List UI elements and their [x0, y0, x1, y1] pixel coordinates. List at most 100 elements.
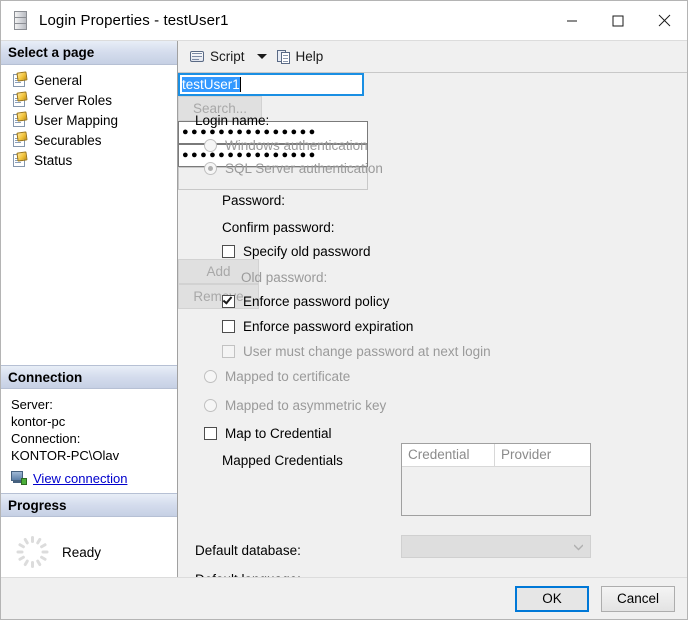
dialog-footer: OK Cancel — [1, 577, 687, 619]
mapped-credentials-label: Mapped Credentials — [222, 453, 343, 468]
must-change-password-row: User must change password at next login — [222, 344, 491, 359]
enforce-password-policy-checkbox[interactable] — [222, 294, 235, 308]
select-page-header: Select a page — [1, 41, 177, 65]
mapped-certificate-row: Mapped to certificate — [204, 369, 350, 384]
connection-label: Connection: — [11, 431, 81, 446]
sidebar-item-label: General — [34, 72, 83, 88]
connection-info: Server: kontor-pc Connection: KONTOR-PC\… — [1, 389, 177, 493]
column-header-provider[interactable]: Provider — [495, 444, 590, 466]
page-icon — [12, 70, 28, 88]
sidebar: Select a page General Server Roles User … — [1, 41, 178, 577]
page-icon — [12, 150, 28, 168]
mapped-certificate-radio — [204, 370, 217, 383]
login-name-value: testUser1 — [182, 77, 240, 92]
window-controls — [549, 1, 687, 41]
help-label: Help — [295, 49, 324, 64]
confirm-password-label: Confirm password: — [222, 220, 335, 235]
windows-auth-row[interactable]: Windows authentication — [204, 138, 368, 153]
server-label: Server: — [11, 397, 53, 412]
script-scroll-icon — [189, 49, 206, 65]
sidebar-item-label: Status — [34, 152, 73, 168]
sidebar-item-label: User Mapping — [34, 112, 119, 128]
mapped-asymmetric-label: Mapped to asymmetric key — [225, 398, 387, 413]
minimize-icon[interactable] — [549, 1, 595, 41]
view-connection-row[interactable]: View connection — [11, 470, 177, 487]
enforce-password-expiration-checkbox[interactable] — [222, 320, 235, 333]
help-button[interactable]: Help — [274, 45, 327, 69]
view-connection-link[interactable]: View connection — [33, 470, 127, 487]
spinner-icon — [15, 535, 49, 569]
window-title: Login Properties - testUser1 — [39, 12, 229, 29]
default-language-label-row: Default language: — [195, 572, 301, 577]
default-database-label: Default database: — [195, 543, 301, 558]
enforce-password-policy-label: Enforce password policy — [243, 294, 390, 309]
sql-auth-row[interactable]: SQL Server authentication — [204, 161, 383, 176]
progress-info: Ready — [1, 517, 177, 577]
script-button[interactable]: Script — [186, 45, 248, 69]
close-icon[interactable] — [641, 1, 687, 41]
specify-old-password-label: Specify old password — [243, 244, 371, 259]
sidebar-item-securables[interactable]: Securables — [1, 130, 177, 150]
password-label: Password: — [222, 193, 286, 208]
map-credential-label: Map to Credential — [225, 426, 332, 441]
server-icon — [13, 10, 29, 31]
ok-button[interactable]: OK — [515, 585, 589, 612]
specify-old-password-row[interactable]: Specify old password — [222, 244, 371, 259]
login-name-label-row: Login name: — [195, 113, 269, 128]
progress-status: Ready — [62, 544, 102, 560]
connection-value: KONTOR-PC\Olav — [11, 448, 120, 463]
windows-auth-radio[interactable] — [204, 139, 217, 152]
general-page-form: Login name: testUser1 Search... Windows … — [178, 73, 687, 577]
windows-auth-label: Windows authentication — [225, 138, 368, 153]
mapped-asymmetric-row: Mapped to asymmetric key — [204, 398, 386, 413]
default-database-label-row: Default database: — [195, 543, 301, 558]
map-credential-row[interactable]: Map to Credential — [204, 426, 332, 441]
main-panel: Script Help Login name: testUser1 Search… — [178, 41, 687, 577]
mapped-credentials-header: Credential Provider — [402, 444, 590, 467]
title-bar: Login Properties - testUser1 — [1, 1, 687, 41]
chevron-down-icon — [574, 544, 583, 552]
sidebar-item-server-roles[interactable]: Server Roles — [1, 90, 177, 110]
connection-header: Connection — [1, 365, 177, 389]
sidebar-item-label: Securables — [34, 132, 102, 148]
enforce-password-expiration-row[interactable]: Enforce password expiration — [222, 319, 413, 334]
sql-auth-radio[interactable] — [204, 162, 217, 175]
page-list: General Server Roles User Mapping Secura… — [1, 65, 177, 170]
maximize-icon[interactable] — [595, 1, 641, 41]
page-icon — [12, 110, 28, 128]
must-change-password-label: User must change password at next login — [243, 344, 491, 359]
help-pages-icon — [276, 49, 292, 65]
script-label: Script — [210, 49, 245, 64]
sidebar-item-label: Server Roles — [34, 92, 113, 108]
enforce-password-expiration-label: Enforce password expiration — [243, 319, 414, 334]
sidebar-item-general[interactable]: General — [1, 70, 177, 90]
login-properties-dialog: Login Properties - testUser1 Select a pa… — [0, 0, 688, 620]
specify-old-password-checkbox[interactable] — [222, 245, 235, 258]
mapped-credentials-label-row: Mapped Credentials — [222, 453, 343, 468]
confirm-password-label-row: Confirm password: — [222, 220, 335, 235]
enforce-password-policy-row[interactable]: Enforce password policy — [222, 294, 389, 309]
mapped-credentials-list[interactable]: Credential Provider — [401, 443, 591, 516]
toolbar: Script Help — [178, 41, 687, 73]
mapped-certificate-label: Mapped to certificate — [225, 369, 351, 384]
server-value: kontor-pc — [11, 414, 66, 429]
default-language-label: Default language: — [195, 572, 301, 577]
cancel-button[interactable]: Cancel — [601, 585, 675, 612]
chevron-down-icon[interactable] — [256, 54, 267, 59]
mapped-asymmetric-radio — [204, 399, 217, 412]
login-name-label: Login name: — [195, 113, 270, 128]
sidebar-item-status[interactable]: Status — [1, 150, 177, 170]
dialog-body: Select a page General Server Roles User … — [1, 41, 687, 577]
mapped-credentials-body — [402, 467, 590, 515]
sidebar-item-user-mapping[interactable]: User Mapping — [1, 110, 177, 130]
old-password-label: Old password: — [241, 270, 328, 285]
page-icon — [12, 130, 28, 148]
must-change-password-checkbox — [222, 345, 235, 358]
map-credential-checkbox[interactable] — [204, 427, 217, 440]
login-name-input[interactable]: testUser1 — [178, 73, 364, 96]
column-header-credential[interactable]: Credential — [402, 444, 495, 466]
old-password-label-row: Old password: — [241, 270, 327, 285]
sidebar-spacer — [1, 170, 177, 365]
password-label-row: Password: — [222, 193, 285, 208]
sql-auth-label: SQL Server authentication — [225, 161, 383, 176]
